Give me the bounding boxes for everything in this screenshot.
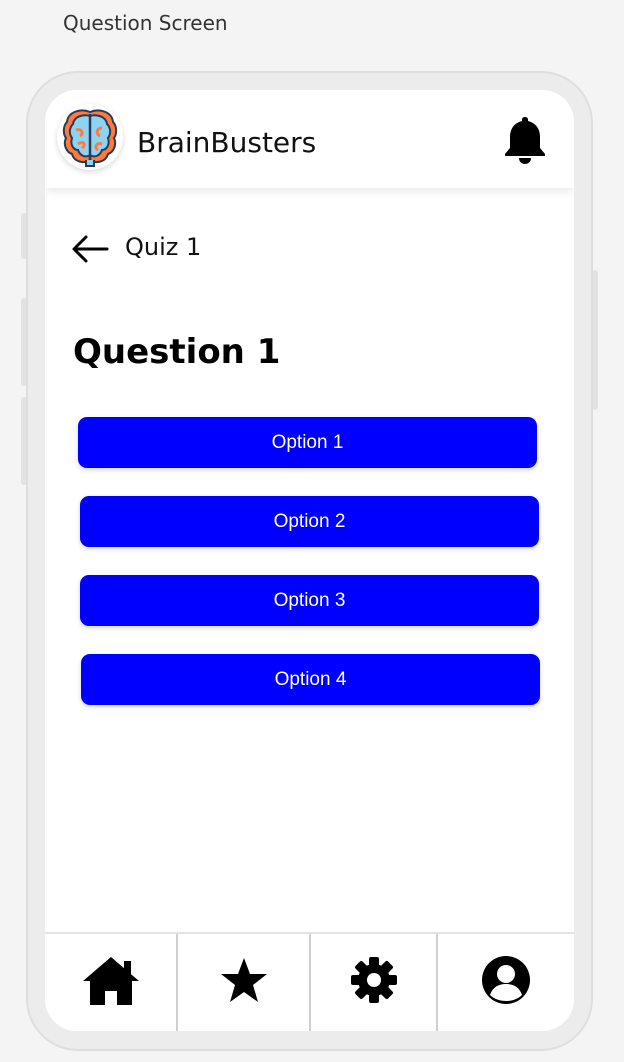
- app-name: BrainBusters: [137, 126, 317, 159]
- nav-home[interactable]: [45, 934, 178, 1031]
- question-title: Question 1: [73, 332, 281, 372]
- user-icon: [481, 955, 531, 1010]
- home-icon: [81, 953, 141, 1012]
- option-4-button[interactable]: Option 4: [81, 654, 540, 705]
- nav-profile[interactable]: [438, 934, 574, 1031]
- nav-favorites[interactable]: [178, 934, 311, 1031]
- star-icon: [219, 956, 269, 1009]
- arrow-left-icon[interactable]: [71, 234, 109, 264]
- option-1-button[interactable]: Option 1: [78, 417, 537, 468]
- quiz-title: Quiz 1: [125, 233, 202, 261]
- gear-icon: [350, 956, 398, 1009]
- frame-title: Question Screen: [63, 11, 228, 35]
- bell-icon[interactable]: [503, 114, 547, 164]
- brain-icon: [57, 104, 123, 170]
- option-3-button[interactable]: Option 3: [80, 575, 539, 626]
- nav-settings[interactable]: [311, 934, 438, 1031]
- app-header: BrainBusters: [45, 90, 574, 188]
- app-screen: BrainBusters Quiz 1 Question 1 Option 1 …: [45, 90, 574, 1031]
- bottom-nav: [45, 932, 574, 1031]
- option-2-button[interactable]: Option 2: [80, 496, 539, 547]
